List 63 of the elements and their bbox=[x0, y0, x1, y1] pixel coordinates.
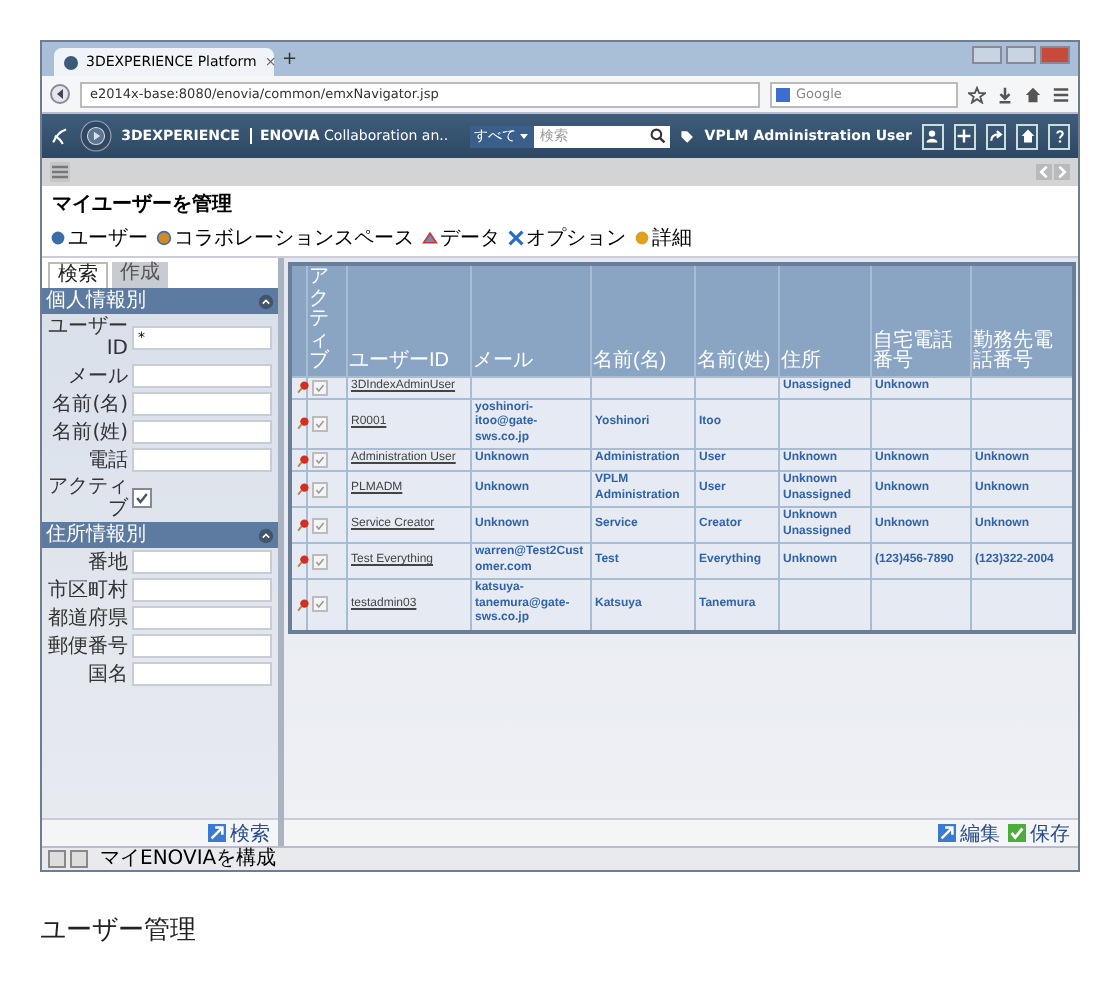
tag-icon[interactable] bbox=[680, 127, 695, 145]
field-label: 郵便番号 bbox=[48, 635, 128, 657]
download-icon[interactable] bbox=[996, 85, 1014, 103]
input-field[interactable] bbox=[132, 420, 272, 444]
maximize-button[interactable] bbox=[1006, 46, 1036, 64]
input-field[interactable] bbox=[132, 448, 272, 472]
compass-icon[interactable] bbox=[79, 116, 112, 156]
pin-icon[interactable] bbox=[296, 482, 310, 496]
pin-icon[interactable] bbox=[296, 554, 310, 568]
field-label: ユーザーID bbox=[48, 316, 128, 360]
toolbar-menu[interactable]: オプション bbox=[508, 224, 626, 252]
collapse-icon bbox=[258, 293, 274, 309]
new-tab-button[interactable]: + bbox=[282, 49, 298, 69]
section-header[interactable]: 住所情報別 bbox=[42, 522, 278, 548]
panel-tab[interactable]: 作成 bbox=[112, 262, 168, 288]
toolbar-menu[interactable]: コラボレーションスペース bbox=[156, 224, 414, 252]
help-icon[interactable] bbox=[1048, 123, 1070, 149]
pin-icon[interactable] bbox=[296, 597, 310, 612]
field-label: 国名 bbox=[86, 663, 128, 685]
pin-icon[interactable] bbox=[296, 453, 310, 467]
edit-button[interactable]: 編集 bbox=[938, 819, 1000, 847]
menu-icon[interactable] bbox=[1052, 85, 1070, 103]
toolbar-menu[interactable]: データ bbox=[422, 224, 500, 252]
collapse-icon bbox=[258, 527, 274, 543]
caption: ユーザー管理 bbox=[40, 914, 198, 948]
field-label: メール bbox=[66, 365, 128, 387]
input-field[interactable] bbox=[132, 578, 272, 602]
home-icon[interactable] bbox=[1024, 85, 1042, 103]
input-field[interactable] bbox=[132, 392, 272, 416]
toolbar-menu[interactable]: ユーザー bbox=[50, 224, 148, 252]
field-label: 電話 bbox=[86, 449, 128, 471]
section-header[interactable]: 個人情報別 bbox=[42, 288, 278, 314]
toolbar-menu[interactable]: 詳細 bbox=[634, 224, 692, 252]
input-field[interactable] bbox=[132, 606, 272, 630]
plus-icon[interactable] bbox=[953, 123, 976, 149]
share-icon[interactable] bbox=[985, 123, 1007, 149]
options-icon bbox=[508, 230, 524, 246]
input-field[interactable] bbox=[132, 364, 272, 388]
star-icon[interactable] bbox=[968, 85, 986, 103]
input-field[interactable] bbox=[132, 662, 272, 686]
back-button[interactable] bbox=[50, 84, 70, 104]
pin-icon[interactable] bbox=[296, 380, 310, 394]
panel-tab[interactable]: 検索 bbox=[48, 262, 108, 288]
field-label: 名前(姓) bbox=[50, 421, 128, 443]
logo-icon bbox=[50, 124, 70, 148]
save-button[interactable]: 保存 bbox=[1008, 819, 1070, 847]
profile-icon[interactable] bbox=[921, 123, 944, 149]
field-label: 都道府県 bbox=[48, 607, 128, 629]
input-field[interactable] bbox=[132, 550, 272, 574]
pin-icon[interactable] bbox=[296, 416, 310, 431]
status-link[interactable]: マイENOVIAを構成 bbox=[100, 848, 277, 870]
minimize-button[interactable] bbox=[972, 46, 1002, 64]
field-label: 名前(名) bbox=[50, 393, 128, 415]
caret-icon bbox=[518, 130, 531, 142]
pin-icon[interactable] bbox=[296, 518, 310, 532]
input-field[interactable] bbox=[132, 634, 272, 658]
field-label: 市区町村 bbox=[48, 579, 128, 601]
search-icon[interactable] bbox=[650, 128, 667, 144]
field-label: アクティブ bbox=[48, 476, 128, 520]
menu-button[interactable] bbox=[50, 162, 70, 182]
field-label: 番地 bbox=[86, 551, 128, 573]
checkbox[interactable] bbox=[132, 488, 152, 508]
home-icon[interactable] bbox=[1016, 123, 1039, 149]
